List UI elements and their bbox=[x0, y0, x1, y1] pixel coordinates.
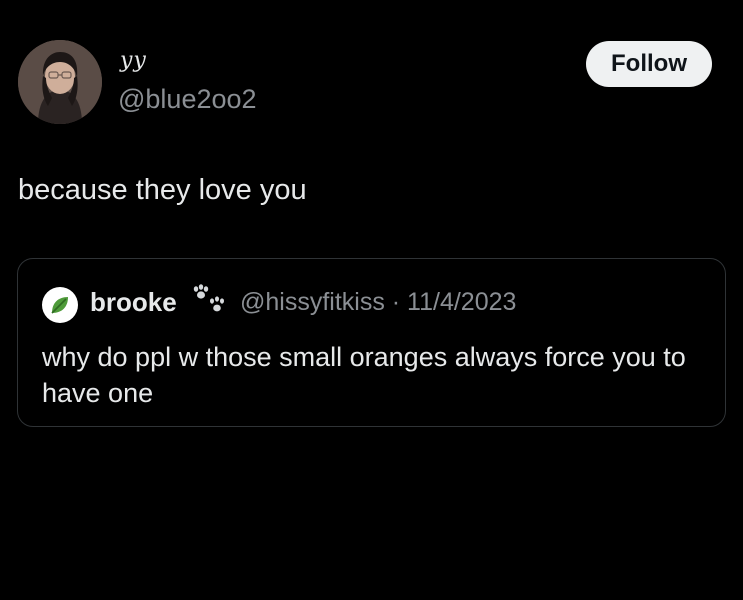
tweet: yy @blue2oo2 Follow because they love yo… bbox=[0, 0, 743, 600]
profile-photo-icon bbox=[18, 40, 102, 124]
follow-button[interactable]: Follow bbox=[586, 41, 712, 87]
quoted-tweet-text: why do ppl w those small oranges always … bbox=[42, 342, 686, 408]
leaf-icon bbox=[51, 297, 68, 314]
paw-prints-icon bbox=[193, 284, 224, 312]
author-display-name[interactable]: yy bbox=[120, 48, 147, 73]
author-handle[interactable]: @blue2oo2 bbox=[118, 84, 257, 115]
quoted-author-avatar[interactable] bbox=[42, 287, 78, 323]
quoted-tweet-card[interactable]: brooke @hissyfitkiss · 11/4/2023 why do … bbox=[17, 258, 726, 427]
quoted-author-handle-and-date[interactable]: @hissyfitkiss · 11/4/2023 bbox=[240, 288, 516, 317]
tweet-text: because they love you bbox=[18, 174, 307, 206]
quoted-author-display-name[interactable]: brooke bbox=[90, 287, 177, 318]
author-avatar[interactable] bbox=[18, 40, 102, 124]
